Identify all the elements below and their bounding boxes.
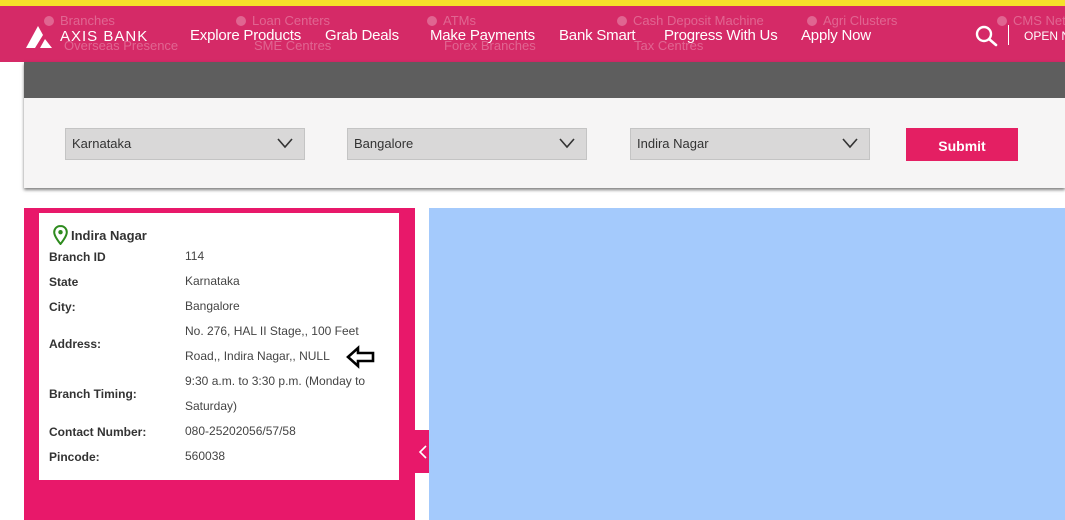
state-select[interactable]: Karnataka — [65, 128, 305, 160]
locality-select[interactable]: Indira Nagar — [630, 128, 870, 160]
nav-progress-with-us[interactable]: Progress With Us — [664, 27, 778, 44]
state-label: State — [49, 275, 79, 289]
open-account-link[interactable]: OPEN N — [1024, 29, 1065, 43]
nav-make-payments[interactable]: Make Payments — [430, 27, 535, 44]
city-value: Bangalore — [185, 299, 240, 313]
branch-title-text: Indira Nagar — [71, 227, 147, 243]
filter-area: Karnataka Bangalore Indira Nagar Submit — [24, 98, 1065, 188]
chevron-left-icon — [418, 444, 427, 459]
contact-number-label: Contact Number: — [49, 425, 147, 439]
axis-logo-icon — [26, 26, 52, 48]
locator-filter-panel: Karnataka Bangalore Indira Nagar Submit — [24, 62, 1065, 188]
map-pin-icon — [53, 225, 68, 245]
brand-name: AXIS BANK — [60, 27, 149, 45]
bg-filter-atms: ATMs — [427, 14, 476, 28]
city-label: City: — [49, 300, 76, 314]
nav-bank-smart[interactable]: Bank Smart — [559, 27, 636, 44]
search-icon[interactable] — [975, 25, 999, 47]
nav-apply-now[interactable]: Apply Now — [801, 27, 871, 44]
branch-id-label: Branch ID — [49, 250, 106, 264]
axis-bank-logo[interactable]: AXIS BANK — [24, 20, 148, 52]
arrow-left-icon — [346, 345, 375, 369]
chevron-down-icon — [559, 138, 575, 149]
address-label: Address: — [49, 337, 102, 351]
main-navbar: Branches Overseas Presence Loan Centers … — [0, 6, 1065, 62]
bg-filter-agri: Agri Clusters — [807, 14, 897, 28]
nav-grab-deals[interactable]: Grab Deals — [325, 27, 399, 44]
city-select[interactable]: Bangalore — [347, 128, 587, 160]
nav-separator — [1008, 25, 1009, 45]
bg-filter-cdm: Cash Deposit Machine — [617, 14, 764, 28]
branch-timing-label: Branch Timing: — [49, 387, 137, 401]
nav-explore-products[interactable]: Explore Products — [190, 27, 301, 44]
submit-button[interactable]: Submit — [906, 128, 1018, 161]
state-select-value: Karnataka — [72, 136, 132, 151]
branch-timing-value: 9:30 a.m. to 3:30 p.m. (Monday to Saturd… — [185, 374, 366, 413]
panel-header-strip — [24, 62, 1065, 98]
branch-title: Indira Nagar — [53, 225, 147, 245]
address-value: No. 276, HAL II Stage,, 100 Feet Road,, … — [185, 324, 359, 363]
chevron-down-icon — [277, 138, 293, 149]
pincode-label: Pincode: — [49, 450, 100, 464]
bg-filter-loan-centers: Loan Centers — [236, 14, 330, 28]
city-select-value: Bangalore — [354, 136, 414, 151]
state-value: Karnataka — [185, 274, 240, 288]
chevron-down-icon — [842, 138, 858, 149]
branch-id-value: 114 — [185, 249, 205, 263]
contact-number-value: 080-25202056/57/58 — [185, 424, 296, 438]
pincode-value: 560038 — [185, 449, 226, 463]
map-area[interactable] — [429, 208, 1065, 520]
branch-info-card: Indira Nagar Branch ID 114 State Karnata… — [39, 213, 399, 480]
locality-select-value: Indira Nagar — [637, 136, 709, 151]
branch-info-panel: Indira Nagar Branch ID 114 State Karnata… — [24, 208, 415, 520]
